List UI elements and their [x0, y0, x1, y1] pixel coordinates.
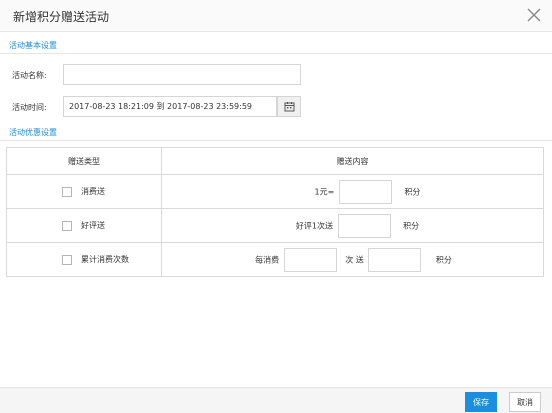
- content-cell: 1元= 积分: [161, 174, 544, 209]
- content-cell: 好评1次送 积分: [161, 208, 544, 243]
- review-points-input[interactable]: [337, 213, 391, 238]
- dialog-title: 新增积分赠送活动: [13, 10, 110, 24]
- cancel-button[interactable]: 取消: [509, 392, 541, 412]
- cumulative-points-input[interactable]: [368, 247, 422, 272]
- cumulative-checkbox[interactable]: [62, 254, 72, 265]
- content-prefix: 1元=: [314, 187, 335, 196]
- save-button[interactable]: 保存: [465, 392, 497, 412]
- type-label: 消费送: [81, 187, 105, 196]
- dialog-header: 新增积分赠送活动: [0, 0, 552, 32]
- table-row: 消费送 1元= 积分: [6, 174, 544, 209]
- content-prefix: 每消费: [255, 255, 280, 264]
- points-per-yuan-input[interactable]: [338, 179, 392, 204]
- section-divider: [0, 53, 552, 54]
- consume-checkbox[interactable]: [62, 186, 72, 197]
- section-divider: [0, 140, 552, 141]
- content-suffix: 积分: [404, 187, 421, 196]
- content-middle: 次 送: [345, 255, 364, 264]
- table-header-row: 赠送类型 赠送内容: [6, 147, 544, 175]
- calendar-icon: [284, 102, 294, 112]
- content-suffix: 积分: [435, 255, 452, 264]
- type-label: 累计消费次数: [81, 255, 129, 264]
- content-prefix: 好评1次送: [295, 221, 333, 230]
- type-cell: 累计消费次数: [6, 242, 162, 277]
- type-label: 好评送: [81, 221, 105, 230]
- section-title-promo: 活动优惠设置: [9, 128, 57, 137]
- table-row: 累计消费次数 每消费 次 送 积分: [6, 242, 544, 277]
- activity-time-label: 活动时间:: [12, 103, 47, 112]
- table-row: 好评送 好评1次送 积分: [6, 208, 544, 243]
- column-header-content: 赠送内容: [161, 147, 544, 175]
- type-cell: 消费送: [6, 174, 162, 209]
- content-suffix: 积分: [403, 221, 420, 230]
- close-icon[interactable]: [524, 5, 544, 25]
- consume-count-input[interactable]: [283, 247, 337, 272]
- activity-time-field[interactable]: 2017-08-23 18:21:09 到 2017-08-23 23:59:5…: [63, 96, 277, 117]
- review-checkbox[interactable]: [62, 220, 72, 231]
- promo-table: 赠送类型 赠送内容 消费送 1元= 积分 好评送 好评1次送 积分 累计消费次数…: [6, 147, 544, 277]
- type-cell: 好评送: [6, 208, 162, 243]
- column-header-type: 赠送类型: [6, 147, 162, 175]
- calendar-button[interactable]: [277, 96, 301, 117]
- content-cell: 每消费 次 送 积分: [161, 242, 544, 277]
- section-title-basic: 活动基本设置: [9, 41, 57, 50]
- activity-name-label: 活动名称:: [12, 71, 47, 80]
- activity-name-input[interactable]: [63, 64, 301, 85]
